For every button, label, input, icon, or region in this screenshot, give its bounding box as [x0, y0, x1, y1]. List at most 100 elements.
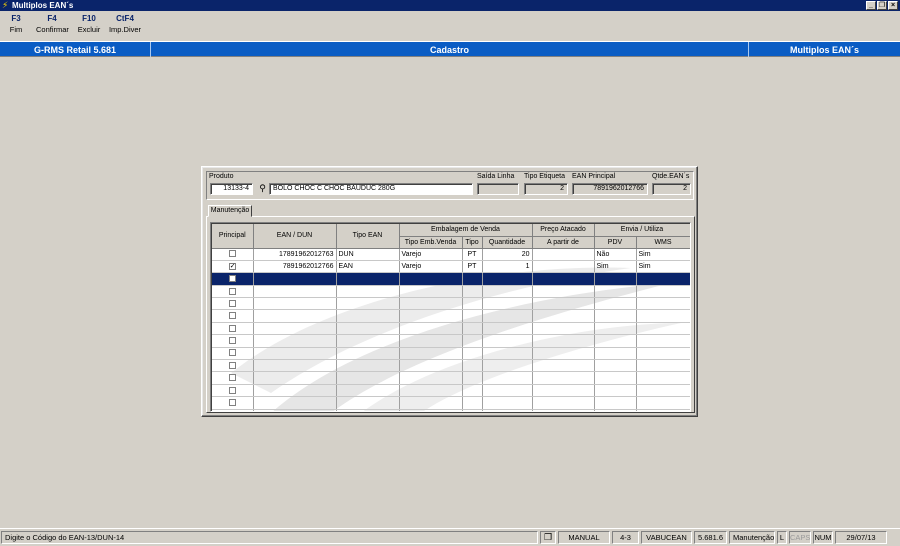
col-tipo-header[interactable]: Tipo — [462, 236, 483, 249]
grid-cell[interactable] — [336, 297, 400, 311]
grid-cell[interactable] — [636, 334, 690, 348]
grid-cell[interactable] — [253, 322, 337, 336]
ean-cell[interactable]: 17891962012763 — [253, 248, 337, 261]
grid-cell[interactable] — [462, 285, 483, 299]
grid-cell[interactable] — [482, 347, 533, 361]
grid-cell[interactable] — [336, 285, 400, 299]
table-row[interactable] — [212, 384, 690, 398]
grid-cell[interactable] — [594, 347, 637, 361]
tipo-cell[interactable]: PT — [462, 248, 483, 261]
tipo-ean-cell[interactable]: DUN — [336, 248, 400, 261]
table-row[interactable] — [212, 309, 690, 323]
grid-cell[interactable] — [399, 371, 463, 385]
grid-cell[interactable] — [636, 347, 690, 361]
table-row[interactable] — [212, 347, 690, 361]
grid-cell[interactable] — [594, 285, 637, 299]
principal-cell[interactable] — [212, 285, 254, 299]
tipo-emb-cell[interactable]: Varejo — [399, 260, 463, 274]
principal-checkbox[interactable] — [228, 374, 236, 382]
grid-cell[interactable] — [462, 347, 483, 361]
grid-cell[interactable] — [336, 272, 400, 286]
grid-cell[interactable] — [253, 409, 337, 411]
grid-cell[interactable] — [462, 272, 483, 286]
col-pdv-header[interactable]: PDV — [594, 236, 637, 249]
grid-cell[interactable] — [399, 272, 463, 286]
principal-cell[interactable] — [212, 309, 254, 323]
fkey-imp-diver-button[interactable]: CtF4 Imp.Diver — [108, 14, 142, 40]
principal-checkbox-checked[interactable]: ✓ — [228, 262, 236, 270]
tipo-etiqueta-field[interactable]: 2 — [524, 183, 568, 195]
table-row[interactable] — [212, 297, 690, 311]
grid-cell[interactable] — [336, 359, 400, 373]
grid-cell[interactable] — [336, 384, 400, 398]
grid-cell[interactable] — [636, 396, 690, 410]
principal-cell[interactable] — [212, 297, 254, 311]
grid-cell[interactable] — [594, 322, 637, 336]
grid-cell[interactable] — [399, 297, 463, 311]
col-ean-header[interactable]: EAN / DUN — [253, 224, 337, 249]
grid-cell[interactable] — [482, 409, 533, 411]
grid-cell[interactable] — [399, 384, 463, 398]
grid-cell[interactable] — [336, 371, 400, 385]
grid-cell[interactable] — [253, 384, 337, 398]
produto-code-field[interactable]: 13133-4 — [210, 183, 253, 195]
grid-cell[interactable] — [636, 309, 690, 323]
principal-checkbox[interactable] — [228, 250, 236, 258]
grid-cell[interactable] — [253, 309, 337, 323]
principal-cell[interactable] — [212, 409, 254, 411]
grid-cell[interactable] — [462, 334, 483, 348]
grid-cell[interactable] — [532, 409, 595, 411]
grid-cell[interactable] — [462, 384, 483, 398]
grid-cell[interactable] — [594, 409, 637, 411]
grid-cell[interactable] — [482, 309, 533, 323]
grid-cell[interactable] — [636, 285, 690, 299]
table-row[interactable]: 17891962012763 DUN Varejo PT 20 Não Sim — [212, 248, 690, 261]
grid-cell[interactable] — [253, 297, 337, 311]
table-row-selected[interactable] — [212, 272, 690, 286]
clipboard-icon[interactable]: ❒ — [540, 531, 556, 544]
grid-cell[interactable] — [532, 272, 595, 286]
a-partir-cell[interactable] — [532, 260, 595, 274]
grid-cell[interactable] — [399, 347, 463, 361]
principal-cell[interactable]: ✓ — [212, 260, 254, 274]
principal-cell[interactable] — [212, 359, 254, 373]
principal-checkbox[interactable] — [228, 324, 236, 332]
principal-checkbox[interactable] — [228, 299, 236, 307]
principal-checkbox[interactable] — [228, 287, 236, 295]
saida-linha-field[interactable] — [477, 183, 519, 195]
grid-cell[interactable] — [482, 371, 533, 385]
grid-cell[interactable] — [462, 409, 483, 411]
close-icon[interactable]: × — [888, 1, 898, 10]
grid-cell[interactable] — [594, 384, 637, 398]
principal-checkbox[interactable] — [228, 349, 236, 357]
grid-cell[interactable] — [482, 285, 533, 299]
principal-checkbox[interactable] — [228, 275, 236, 283]
tipo-cell[interactable]: PT — [462, 260, 483, 274]
grid-cell[interactable] — [594, 359, 637, 373]
principal-cell[interactable] — [212, 384, 254, 398]
col-wms-header[interactable]: WMS — [636, 236, 690, 249]
grid-cell[interactable] — [532, 359, 595, 373]
principal-cell[interactable] — [212, 322, 254, 336]
grid-cell[interactable] — [636, 409, 690, 411]
grid-cell[interactable] — [594, 272, 637, 286]
principal-checkbox[interactable] — [228, 337, 236, 345]
table-row[interactable] — [212, 285, 690, 299]
grid-cell[interactable] — [482, 272, 533, 286]
grid-cell[interactable] — [253, 334, 337, 348]
grid-cell[interactable] — [532, 297, 595, 311]
grid-cell[interactable] — [482, 384, 533, 398]
table-row[interactable] — [212, 396, 690, 410]
grid-cell[interactable] — [482, 297, 533, 311]
table-row[interactable] — [212, 359, 690, 373]
col-principal-header[interactable]: Principal — [212, 224, 254, 249]
grid-cell[interactable] — [336, 409, 400, 411]
principal-checkbox[interactable] — [228, 312, 236, 320]
grid-cell[interactable] — [532, 371, 595, 385]
qtde-eans-field[interactable]: 2 — [652, 183, 691, 195]
grid-cell[interactable] — [253, 371, 337, 385]
grid-cell[interactable] — [253, 396, 337, 410]
grid-cell[interactable] — [594, 371, 637, 385]
col-tipo-emb-header[interactable]: Tipo Emb.Venda — [399, 236, 463, 249]
grid-cell[interactable] — [636, 371, 690, 385]
